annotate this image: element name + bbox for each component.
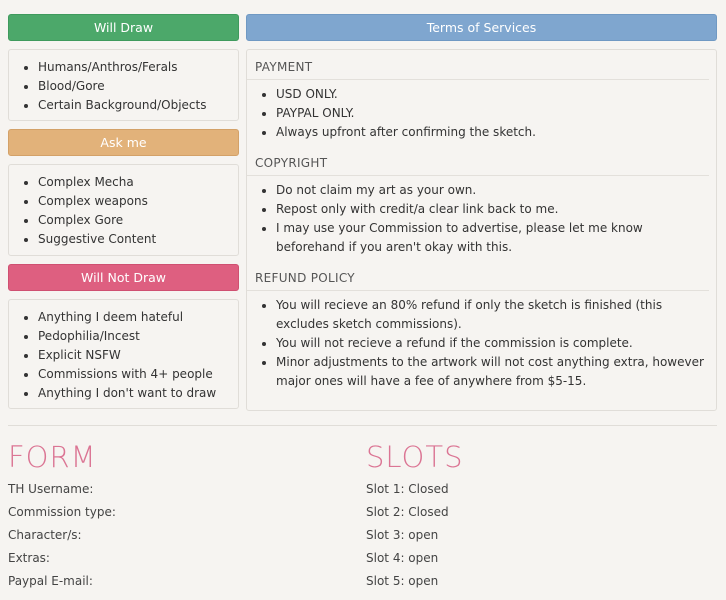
list-item: Complex Gore bbox=[38, 211, 238, 230]
slot-item: Slot 4: open bbox=[366, 551, 439, 565]
list-item: Complex weapons bbox=[38, 192, 238, 211]
tos-panel: Terms of Services PAYMENT USD ONLY. PAYP… bbox=[246, 14, 717, 411]
section-title: COPYRIGHT bbox=[247, 142, 709, 176]
section-title: REFUND POLICY bbox=[247, 257, 709, 291]
tos-section-payment: PAYMENT USD ONLY. PAYPAL ONLY. Always up… bbox=[247, 50, 716, 142]
slot-item: Slot 1: Closed bbox=[366, 482, 449, 496]
form-field-extras: Extras: bbox=[8, 551, 50, 565]
copyright-list: Do not claim my art as your own. Repost … bbox=[247, 176, 716, 257]
list-item: I may use your Commission to advertise, … bbox=[276, 219, 704, 257]
refund-list: You will recieve an 80% refund if only t… bbox=[247, 291, 716, 391]
tos-section-refund: REFUND POLICY You will recieve an 80% re… bbox=[247, 257, 716, 391]
list-item: Do not claim my art as your own. bbox=[276, 181, 704, 200]
list-item: Explicit NSFW bbox=[38, 346, 238, 365]
list-item: Commissions with 4+ people bbox=[38, 365, 238, 384]
form-field-commission-type: Commission type: bbox=[8, 505, 116, 519]
list-item: PAYPAL ONLY. bbox=[276, 104, 716, 123]
list-item: Complex Mecha bbox=[38, 173, 238, 192]
section-divider bbox=[8, 425, 717, 426]
slot-item: Slot 5: open bbox=[366, 574, 439, 588]
will-not-draw-panel: Will Not Draw Anything I deem hateful Pe… bbox=[8, 264, 239, 409]
tos-header: Terms of Services bbox=[246, 14, 717, 41]
tos-section-copyright: COPYRIGHT Do not claim my art as your ow… bbox=[247, 142, 716, 257]
list-item: Certain Background/Objects bbox=[38, 96, 238, 115]
list-item: Repost only with credit/a clear link bac… bbox=[276, 200, 704, 219]
ask-me-panel: Ask me Complex Mecha Complex weapons Com… bbox=[8, 129, 239, 256]
form-field-characters: Character/s: bbox=[8, 528, 82, 542]
will-draw-list: Humans/Anthros/Ferals Blood/Gore Certain… bbox=[9, 58, 238, 115]
list-item: Blood/Gore bbox=[38, 77, 238, 96]
payment-list: USD ONLY. PAYPAL ONLY. Always upfront af… bbox=[247, 80, 716, 142]
list-item: You will recieve an 80% refund if only t… bbox=[276, 296, 704, 334]
form-field-username: TH Username: bbox=[8, 482, 94, 496]
list-item: Anything I deem hateful bbox=[38, 308, 238, 327]
will-not-draw-list: Anything I deem hateful Pedophilia/Inces… bbox=[9, 308, 238, 403]
list-item: USD ONLY. bbox=[276, 85, 716, 104]
slots-title: SLOTS bbox=[366, 440, 464, 474]
ask-me-list: Complex Mecha Complex weapons Complex Go… bbox=[9, 173, 238, 249]
list-item: Anything I don't want to draw bbox=[38, 384, 238, 403]
slot-item: Slot 2: Closed bbox=[366, 505, 449, 519]
ask-me-header: Ask me bbox=[8, 129, 239, 156]
list-item: Minor adjustments to the artwork will no… bbox=[276, 353, 704, 391]
list-item: Humans/Anthros/Ferals bbox=[38, 58, 238, 77]
will-not-draw-box: Anything I deem hateful Pedophilia/Inces… bbox=[8, 299, 239, 409]
will-not-draw-header: Will Not Draw bbox=[8, 264, 239, 291]
list-item: Always upfront after confirming the sket… bbox=[276, 123, 716, 142]
form-field-paypal-email: Paypal E-mail: bbox=[8, 574, 93, 588]
list-item: Pedophilia/Incest bbox=[38, 327, 238, 346]
will-draw-panel: Will Draw Humans/Anthros/Ferals Blood/Go… bbox=[8, 14, 239, 121]
form-title: FORM bbox=[8, 440, 97, 474]
list-item: You will not recieve a refund if the com… bbox=[276, 334, 704, 353]
tos-box: PAYMENT USD ONLY. PAYPAL ONLY. Always up… bbox=[246, 49, 717, 411]
list-item: Suggestive Content bbox=[38, 230, 238, 249]
will-draw-box: Humans/Anthros/Ferals Blood/Gore Certain… bbox=[8, 49, 239, 121]
will-draw-header: Will Draw bbox=[8, 14, 239, 41]
ask-me-box: Complex Mecha Complex weapons Complex Go… bbox=[8, 164, 239, 256]
section-title: PAYMENT bbox=[247, 50, 709, 80]
slot-item: Slot 3: open bbox=[366, 528, 439, 542]
